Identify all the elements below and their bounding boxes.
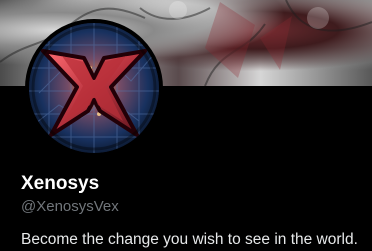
profile-handle: @XenosysVex xyxy=(21,198,119,215)
profile-card: Xenosys @XenosysVex Become the change yo… xyxy=(0,0,372,251)
profile-display-name: Xenosys xyxy=(21,173,100,194)
profile-bio: Become the change you wish to see in the… xyxy=(21,231,358,248)
profile-avatar[interactable] xyxy=(25,19,163,157)
x-emblem-icon xyxy=(29,23,159,153)
